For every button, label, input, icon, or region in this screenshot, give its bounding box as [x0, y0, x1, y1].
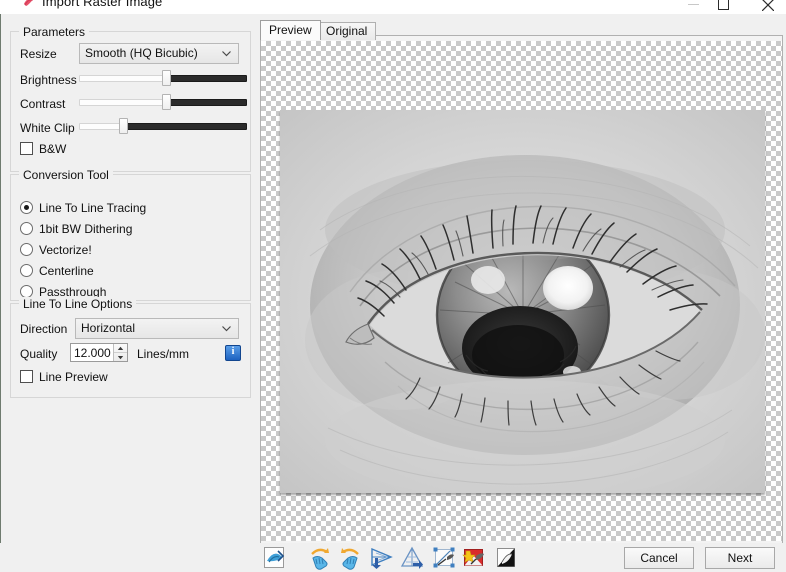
- window-title: Import Raster Image: [42, 0, 163, 9]
- white-clip-label: White Clip: [20, 121, 75, 135]
- brightness-label: Brightness: [20, 73, 77, 87]
- contrast-track-dark: [165, 99, 247, 106]
- line-options-group-title: Line To Line Options: [19, 297, 137, 311]
- quality-stepper-buttons[interactable]: [113, 344, 127, 361]
- settings-panel: Parameters Resize Smooth (HQ Bicubic) Br…: [0, 14, 253, 543]
- conversion-tool-group-title: Conversion Tool: [19, 168, 113, 182]
- preview-panel: Preview Original: [252, 14, 786, 547]
- white-clip-track-light: [79, 123, 123, 130]
- quality-input[interactable]: [71, 344, 114, 361]
- import-raster-image-dialog: Import Raster Image Parameters Resize Sm…: [0, 0, 786, 572]
- line-preview-label: Line Preview: [39, 370, 108, 384]
- rotate-right-icon[interactable]: [337, 545, 363, 570]
- crop-tool-icon[interactable]: [431, 545, 457, 570]
- resize-label: Resize: [20, 47, 57, 61]
- bottom-toolbar: Cancel Next: [0, 543, 786, 572]
- radio-label-1bit-bw-dithering: 1bit BW Dithering: [39, 222, 133, 236]
- title-bar: Import Raster Image: [0, 0, 786, 15]
- radio-line-to-line-tracing[interactable]: [20, 201, 33, 214]
- next-button[interactable]: Next: [705, 547, 775, 569]
- brightness-slider[interactable]: [79, 70, 247, 86]
- direction-select[interactable]: Horizontal: [75, 318, 239, 339]
- cancel-button[interactable]: Cancel: [624, 547, 694, 569]
- close-button[interactable]: [745, 0, 786, 14]
- radio-label-line-to-line-tracing: Line To Line Tracing: [39, 201, 147, 215]
- preview-image[interactable]: [280, 110, 765, 493]
- reset-image-icon[interactable]: [261, 545, 287, 570]
- bw-label: B&W: [39, 142, 67, 156]
- flip-vertical-icon[interactable]: [399, 545, 425, 570]
- contrast-label: Contrast: [20, 97, 66, 111]
- conversion-tool-group: Conversion Tool Line To Line Tracing 1bi…: [10, 168, 251, 301]
- radio-vectorize[interactable]: [20, 243, 33, 256]
- info-icon[interactable]: i: [225, 345, 241, 361]
- color-adjust-icon[interactable]: [461, 545, 487, 570]
- brightness-track-light: [79, 75, 166, 82]
- quality-label: Quality: [20, 347, 58, 361]
- radio-label-vectorize: Vectorize!: [39, 243, 92, 257]
- white-clip-track-dark: [122, 123, 247, 130]
- quality-stepper-down[interactable]: [114, 353, 127, 361]
- quality-units-label: Lines/mm: [137, 347, 190, 361]
- contrast-track-light: [79, 99, 166, 106]
- preview-tabstrip: Preview Original: [260, 20, 785, 40]
- radio-label-centerline: Centerline: [39, 264, 94, 278]
- line-to-line-options-group: Line To Line Options Direction Horizonta…: [10, 297, 251, 398]
- eye-sketch-illustration: [280, 110, 765, 493]
- line-preview-checkbox[interactable]: [20, 370, 33, 383]
- rotate-left-icon[interactable]: [307, 545, 333, 570]
- quality-stepper-up[interactable]: [114, 344, 127, 353]
- app-logo-icon: [22, 0, 36, 9]
- contrast-slider[interactable]: [79, 94, 247, 110]
- maximize-button[interactable]: [700, 0, 746, 14]
- chevron-down-icon: [222, 319, 231, 338]
- quality-stepper[interactable]: [70, 343, 128, 362]
- direction-label: Direction: [20, 322, 68, 336]
- transparency-checkerboard: [261, 41, 782, 541]
- parameters-group-title: Parameters: [19, 25, 90, 39]
- radio-1bit-bw-dithering[interactable]: [20, 222, 33, 235]
- tab-preview[interactable]: Preview: [260, 20, 321, 40]
- brightness-track-dark: [165, 75, 247, 82]
- invert-colors-icon[interactable]: [493, 545, 519, 570]
- white-clip-thumb[interactable]: [119, 118, 128, 134]
- resize-select[interactable]: Smooth (HQ Bicubic): [79, 43, 239, 64]
- bw-checkbox[interactable]: [20, 142, 33, 155]
- parameters-group: Parameters Resize Smooth (HQ Bicubic) Br…: [10, 25, 251, 172]
- chevron-down-icon: [222, 44, 231, 63]
- direction-select-value: Horizontal: [81, 321, 136, 335]
- radio-centerline[interactable]: [20, 264, 33, 277]
- white-clip-slider[interactable]: [79, 118, 247, 134]
- tab-original[interactable]: Original: [317, 22, 377, 40]
- contrast-thumb[interactable]: [162, 94, 171, 110]
- brightness-thumb[interactable]: [162, 70, 171, 86]
- flip-horizontal-icon[interactable]: [369, 545, 395, 570]
- resize-select-value: Smooth (HQ Bicubic): [85, 46, 198, 60]
